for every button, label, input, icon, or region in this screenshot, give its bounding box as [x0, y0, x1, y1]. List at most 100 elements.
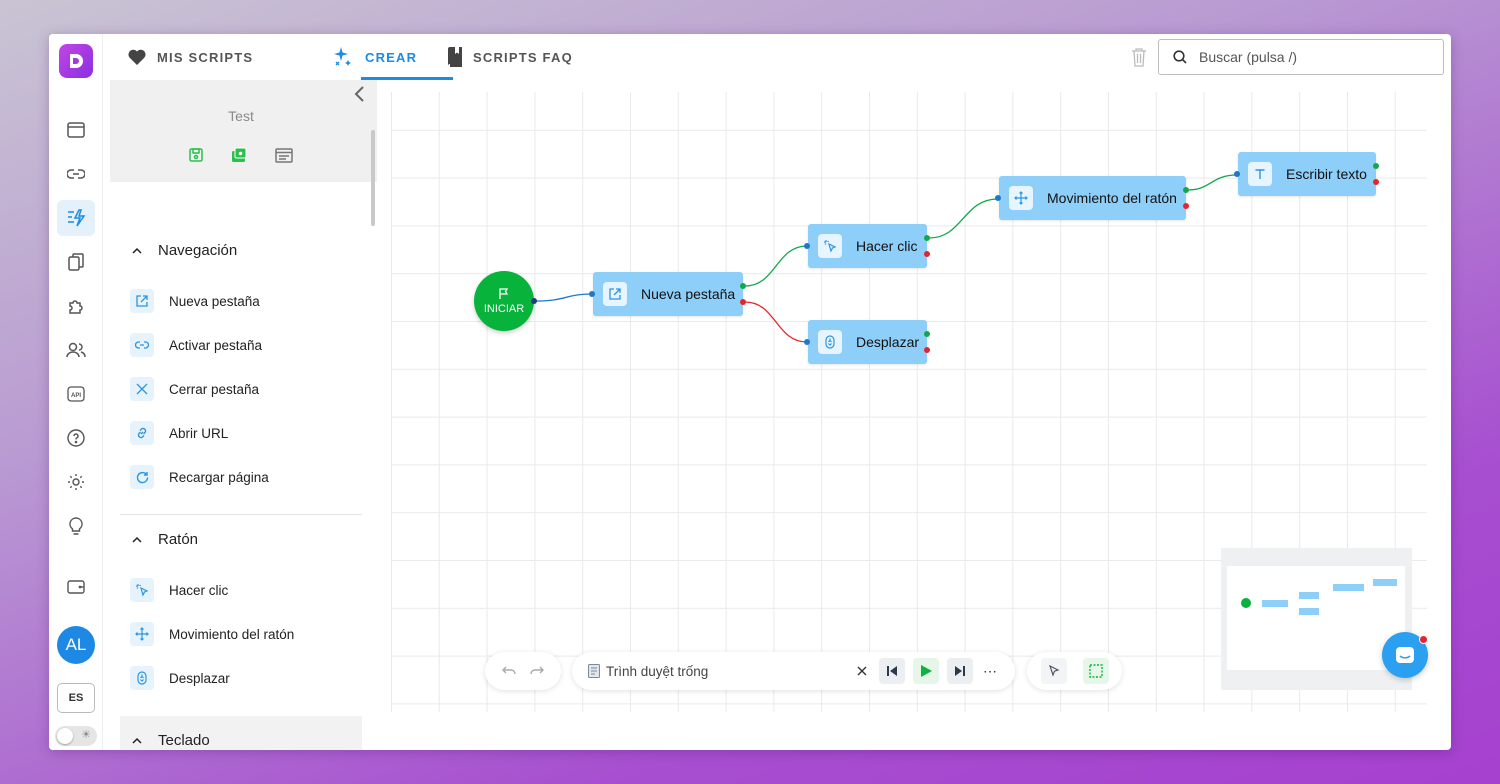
action-item[interactable]: Movimiento del ratón — [130, 622, 294, 646]
team-icon[interactable] — [57, 332, 95, 368]
undo-icon[interactable] — [502, 666, 516, 676]
browser-profile-icon — [588, 664, 600, 678]
connection-success-to-hacer-clic — [744, 245, 808, 287]
close-icon — [130, 377, 154, 401]
input-port[interactable] — [1234, 171, 1240, 177]
input-port[interactable] — [804, 243, 810, 249]
node-label: Hacer clic — [856, 238, 918, 254]
action-label: Hacer clic — [169, 582, 229, 598]
wallet-icon[interactable] — [57, 569, 95, 605]
browser-window-icon[interactable] — [57, 112, 95, 148]
flow-node-hacer-clic[interactable]: Hacer clic — [804, 224, 930, 268]
browser-profile-label[interactable]: Trình duyệt trống — [606, 664, 708, 679]
redo-icon[interactable] — [530, 666, 544, 676]
flow-node-desplazar[interactable]: Desplazar — [804, 320, 930, 364]
input-port[interactable] — [589, 291, 595, 297]
collapse-panel-chevron-icon[interactable] — [353, 85, 367, 108]
clear-close-icon[interactable] — [857, 666, 867, 676]
theme-toggle[interactable]: ☀ — [55, 726, 97, 746]
minimap-node — [1299, 592, 1319, 599]
trash-icon[interactable] — [1131, 47, 1147, 72]
app-logo[interactable] — [59, 44, 93, 78]
connection-start-to-nueva-pestana — [535, 293, 593, 302]
tab-scripts-faq[interactable]: SCRIPTS FAQ — [447, 34, 573, 80]
error-port[interactable] — [1183, 203, 1189, 209]
section-header-raton[interactable]: Ratón — [132, 531, 198, 548]
tab-crear[interactable]: CREAR — [333, 34, 417, 80]
step-forward-icon[interactable] — [947, 658, 973, 684]
move-icon — [130, 622, 154, 646]
output-port[interactable] — [531, 298, 537, 304]
log-panel-icon[interactable] — [275, 146, 293, 164]
proxy-link-icon[interactable] — [57, 156, 95, 192]
api-icon[interactable]: API — [57, 376, 95, 412]
search-box[interactable] — [1158, 39, 1444, 75]
connection-success-to-escribir — [1187, 174, 1238, 191]
action-item[interactable]: Abrir URL — [130, 421, 228, 445]
script-header: Test — [110, 80, 377, 182]
flow-node-escribir-texto[interactable]: Escribir texto — [1234, 152, 1379, 196]
start-node[interactable]: INICIAR — [474, 271, 537, 331]
automation-icon[interactable] — [57, 200, 95, 236]
language-selector[interactable]: ES — [57, 683, 95, 713]
play-icon[interactable] — [913, 658, 939, 684]
settings-gear-icon[interactable] — [57, 464, 95, 500]
action-label: Abrir URL — [169, 425, 229, 441]
section-header-teclado[interactable]: Teclado — [132, 732, 210, 749]
section-header-navegacion[interactable]: Navegación — [132, 242, 237, 259]
more-options-icon[interactable]: ⋯ — [983, 663, 997, 680]
box-select-tool-icon[interactable] — [1082, 658, 1109, 684]
external-link-icon — [603, 282, 627, 306]
tab-mis-scripts[interactable]: MIS SCRIPTS — [127, 34, 253, 80]
skip-back-icon[interactable] — [879, 658, 905, 684]
error-port[interactable] — [924, 251, 930, 257]
error-port[interactable] — [740, 299, 746, 305]
success-port[interactable] — [740, 283, 746, 289]
search-input[interactable] — [1199, 49, 1419, 65]
heart-icon — [128, 49, 146, 65]
flow-node-movimiento-del-raton[interactable]: Movimiento del ratón — [995, 176, 1189, 220]
scripts-copy-icon[interactable] — [57, 244, 95, 280]
node-label: Nueva pestaña — [641, 286, 736, 302]
action-item[interactable]: Activar pestaña — [130, 333, 262, 357]
pointer-tool-icon[interactable] — [1040, 658, 1067, 684]
user-avatar[interactable]: AL — [57, 626, 95, 664]
text-icon — [1248, 162, 1272, 186]
success-port[interactable] — [924, 331, 930, 337]
action-label: Cerrar pestaña — [169, 381, 260, 397]
minimap-node — [1333, 584, 1364, 591]
save-as-icon[interactable] — [230, 146, 248, 164]
connection-error-to-desplazar — [744, 301, 808, 343]
script-title[interactable]: Test — [110, 108, 372, 124]
error-port[interactable] — [924, 347, 930, 353]
minimap[interactable] — [1221, 548, 1412, 690]
success-port[interactable] — [1373, 163, 1379, 169]
panel-scrollbar[interactable] — [371, 130, 375, 226]
save-icon[interactable] — [187, 146, 205, 164]
app-window: API AL ES ☀ MIS SCRIPTS CREAR SCRIPTS FA… — [49, 34, 1451, 750]
success-port[interactable] — [1183, 187, 1189, 193]
action-label: Recargar página — [169, 469, 269, 485]
section-title: Teclado — [158, 732, 210, 749]
error-port[interactable] — [1373, 179, 1379, 185]
extensions-icon[interactable] — [57, 288, 95, 324]
action-label: Desplazar — [169, 670, 230, 686]
input-port[interactable] — [804, 339, 810, 345]
action-item[interactable]: Nueva pestaña — [130, 289, 260, 313]
success-port[interactable] — [924, 235, 930, 241]
action-item[interactable]: Hacer clic — [130, 578, 228, 602]
minimap-node — [1299, 608, 1319, 615]
selection-tools — [1027, 652, 1122, 690]
input-port[interactable] — [995, 195, 1001, 201]
action-item[interactable]: Desplazar — [130, 666, 230, 690]
lightbulb-icon[interactable] — [57, 508, 95, 544]
flow-node-nueva-pestana[interactable]: Nueva pestaña — [589, 272, 746, 316]
help-icon[interactable] — [57, 420, 95, 456]
action-item[interactable]: Cerrar pestaña — [130, 377, 259, 401]
flow-canvas[interactable]: INICIAR Nueva pestaña Hacer clic Desplaz… — [391, 92, 1427, 712]
section-title: Ratón — [158, 531, 199, 548]
action-item[interactable]: Recargar página — [130, 465, 269, 489]
cursor-click-icon — [130, 578, 154, 602]
chevron-up-icon — [132, 737, 142, 744]
node-label: Escribir texto — [1286, 166, 1367, 182]
